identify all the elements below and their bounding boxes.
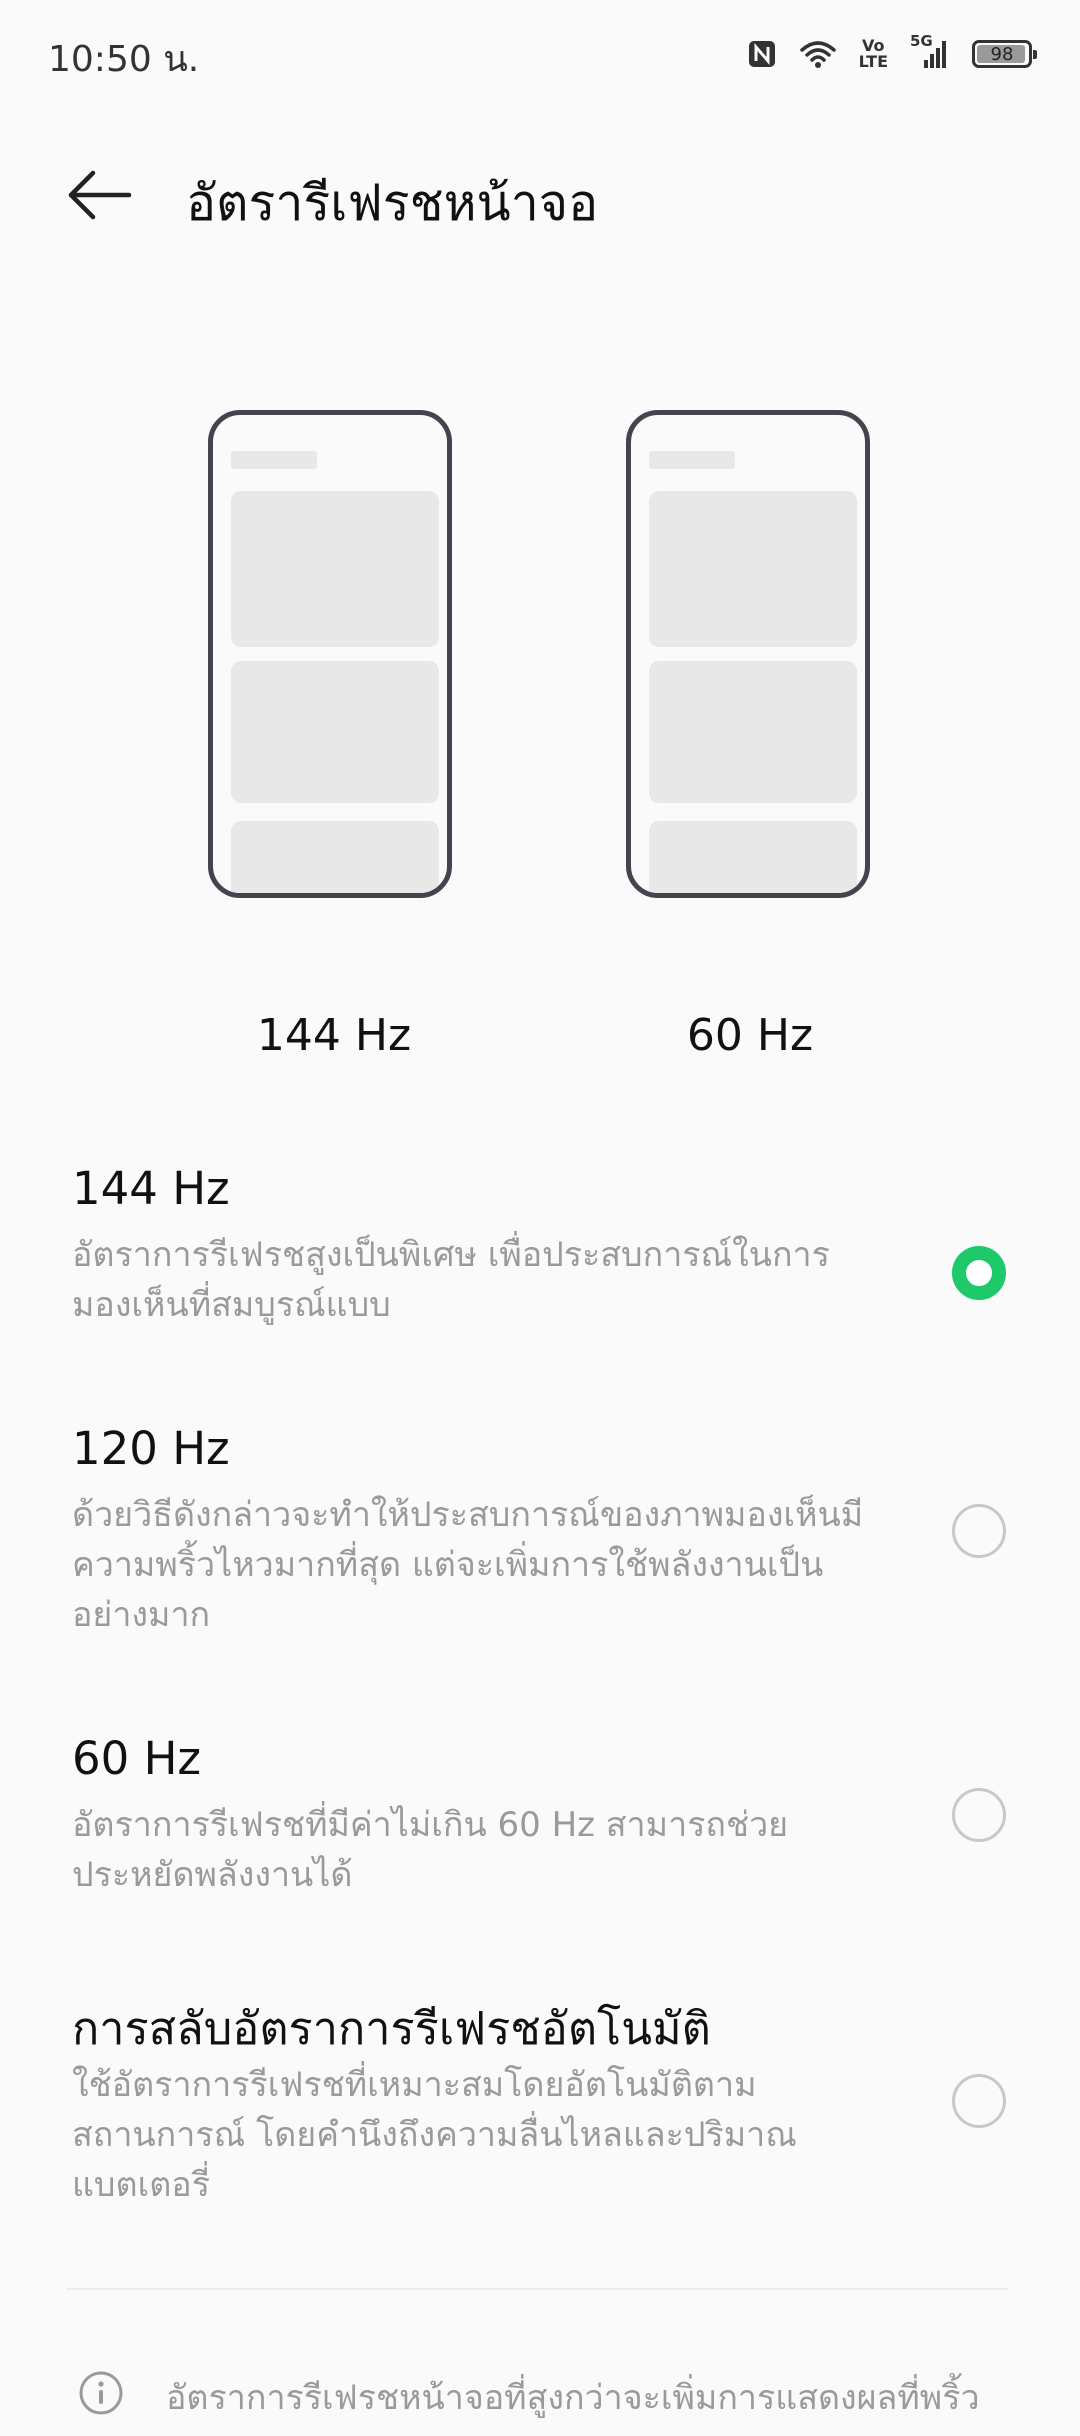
status-icons: Vo LTE 5G 98	[747, 32, 1037, 74]
option-description: อัตราการรีเฟรชที่มีค่าไม่เกิน 60 Hz สามา…	[72, 1805, 789, 1895]
option-120hz[interactable]: 120 Hz ด้วยวิธีดังกล่าวจะทำให้ประสบการณ์…	[0, 1422, 1080, 1652]
status-bar: 10:50 น. Vo LTE 5G 98	[0, 0, 1080, 110]
option-title: การสลับอัตราการรีเฟรชอัตโนมัติ	[72, 2002, 711, 2055]
phone-preview-144	[208, 410, 452, 898]
option-auto-switch[interactable]: การสลับอัตราการรีเฟรชอัตโนมัติ ใช้อัตราก…	[0, 1992, 1080, 2222]
signal-icon: 5G	[910, 32, 950, 70]
back-arrow-icon	[68, 170, 132, 220]
option-title: 120 Hz	[72, 1422, 230, 1475]
radio-144hz[interactable]	[952, 1246, 1006, 1300]
preview-card	[649, 821, 857, 893]
radio-120hz[interactable]	[952, 1504, 1006, 1558]
status-time: 10:50 น.	[48, 39, 200, 80]
option-description: ใช้อัตราการรีเฟรชที่เหมาะสมโดยอัตโนมัติต…	[72, 2065, 797, 2205]
battery-indicator: 98	[972, 40, 1037, 68]
volte-bottom: LTE	[858, 52, 888, 71]
preview-card	[231, 661, 439, 803]
info-text: อัตราการรีเฟรชหน้าจอที่สูงกว่าจะเพิ่มการ…	[166, 2378, 980, 2418]
preview-card	[231, 491, 439, 647]
back-button[interactable]	[60, 160, 140, 230]
battery-level: 98	[990, 43, 1014, 65]
preview-card	[231, 821, 439, 893]
option-title: 60 Hz	[72, 1732, 202, 1785]
option-description: ด้วยวิธีดังกล่าวจะทำให้ประสบการณ์ของภาพม…	[72, 1495, 864, 1635]
option-60hz[interactable]: 60 Hz อัตราการรีเฟรชที่มีค่าไม่เกิน 60 H…	[0, 1732, 1080, 1912]
info-note: อัตราการรีเฟรชหน้าจอที่สูงกว่าจะเพิ่มการ…	[0, 2360, 1080, 2436]
preview-bar	[231, 451, 317, 469]
preview-label-144: 144 Hz	[256, 1010, 412, 1061]
preview-card	[649, 661, 857, 803]
divider	[66, 2288, 1008, 2290]
page-title: อัตรารีเฟรชหน้าจอ	[186, 174, 599, 232]
preview-label-60: 60 Hz	[686, 1010, 814, 1061]
volte-indicator: Vo LTE	[859, 38, 888, 70]
refresh-rate-preview: 144 Hz 60 Hz	[0, 400, 1080, 1080]
preview-card	[649, 491, 857, 647]
preview-bar	[649, 451, 735, 469]
radio-60hz[interactable]	[952, 1788, 1006, 1842]
radio-auto-switch[interactable]	[952, 2074, 1006, 2128]
app-header: อัตรารีเฟรชหน้าจอ	[0, 140, 1080, 250]
option-144hz[interactable]: 144 Hz อัตราการรีเฟรชสูงเป็นพิเศษ เพื่อป…	[0, 1162, 1080, 1342]
phone-preview-60	[626, 410, 870, 898]
option-description: อัตราการรีเฟรชสูงเป็นพิเศษ เพื่อประสบการ…	[72, 1235, 830, 1325]
info-icon	[79, 2371, 123, 2415]
network-type: 5G	[910, 32, 933, 50]
nfc-icon	[747, 39, 777, 69]
option-title: 144 Hz	[72, 1162, 230, 1215]
wifi-icon	[799, 39, 837, 69]
